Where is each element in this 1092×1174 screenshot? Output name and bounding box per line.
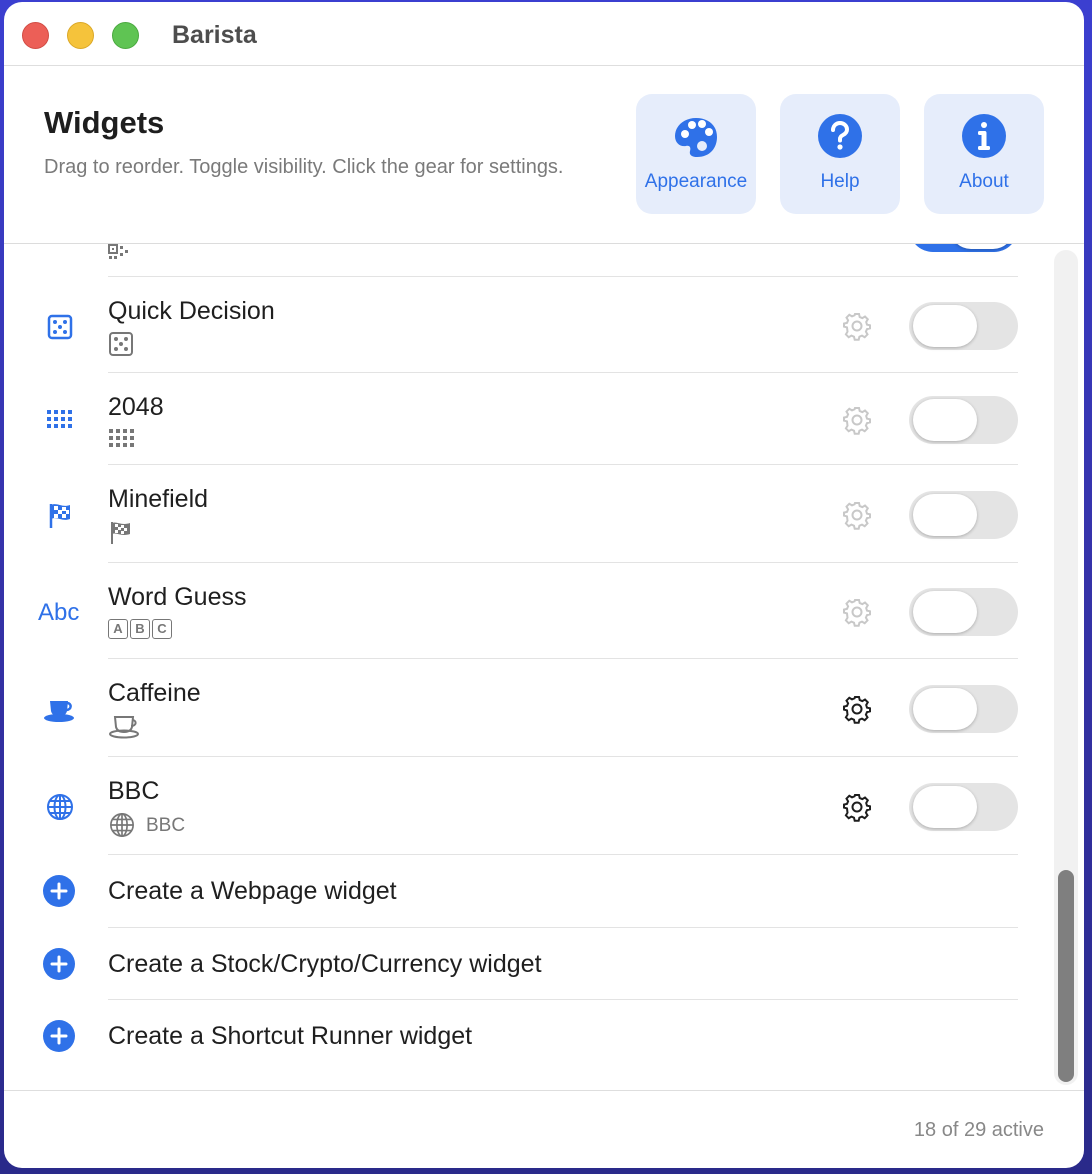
widget-row-caffeine[interactable]: Caffeine — [4, 659, 1084, 756]
create-webpage-widget-button[interactable]: Create a Webpage widget — [4, 855, 1084, 927]
footer: 18 of 29 active — [4, 1090, 1084, 1168]
close-window-button[interactable] — [22, 22, 49, 49]
settings-gear-icon[interactable] — [842, 405, 872, 435]
active-count: 18 of 29 active — [913, 1119, 1044, 1141]
widget-list[interactable]: Quick Decision 2048 Minefield Abc Word G… — [4, 244, 1084, 1089]
toggle-knob — [913, 688, 977, 730]
about-button-label: About — [959, 171, 1009, 192]
about-button[interactable]: About — [924, 94, 1044, 214]
widget-source-label: BBC — [146, 815, 186, 836]
settings-gear-icon[interactable] — [842, 694, 872, 724]
widget-visibility-toggle[interactable] — [909, 244, 1018, 252]
checkered-flag-small-icon — [111, 522, 130, 544]
toggle-knob — [913, 305, 977, 347]
widget-name: Word Guess — [108, 583, 247, 611]
widget-name: Caffeine — [108, 679, 201, 707]
letter-tile: C — [152, 619, 172, 639]
widget-visibility-toggle[interactable] — [909, 685, 1018, 733]
widgets-header: Widgets Drag to reorder. Toggle visibili… — [4, 66, 1084, 244]
create-action-label: Create a Shortcut Runner widget — [108, 1022, 473, 1050]
zoom-window-button[interactable] — [112, 22, 139, 49]
widget-row-quick-decision[interactable]: Quick Decision — [4, 277, 1084, 372]
widget-row-bbc[interactable]: BBC BBC — [4, 757, 1084, 854]
toggle-knob — [913, 399, 977, 441]
widget-visibility-toggle[interactable] — [909, 783, 1018, 831]
create-shortcut-widget-button[interactable]: Create a Shortcut Runner widget — [4, 1000, 1084, 1072]
appearance-button[interactable]: Appearance — [636, 94, 756, 214]
widget-row-2048[interactable]: 2048 — [4, 373, 1084, 465]
letter-tile: A — [108, 619, 128, 639]
widget-name: 2048 — [108, 393, 164, 421]
widget-row-word-guess[interactable]: Abc Word Guess A B C — [4, 563, 1084, 659]
help-button-label: Help — [820, 171, 860, 192]
letter-tiles-icon: A B C — [108, 619, 172, 641]
palette-icon — [675, 118, 717, 157]
widget-visibility-toggle[interactable] — [909, 396, 1018, 444]
widget-visibility-toggle[interactable] — [909, 302, 1018, 350]
abc-icon: Abc — [38, 599, 80, 626]
grid-small-icon — [109, 429, 134, 447]
settings-gear-icon[interactable] — [842, 792, 872, 822]
plus-circle-icon — [43, 875, 75, 907]
create-stock-widget-button[interactable]: Create a Stock/Crypto/Currency widget — [4, 928, 1084, 1000]
coffee-cup-small-icon — [109, 716, 139, 739]
create-action-label: Create a Stock/Crypto/Currency widget — [108, 950, 542, 978]
help-button[interactable]: Help — [780, 94, 900, 214]
app-window: Barista Widgets Drag to reorder. Toggle … — [4, 2, 1084, 1168]
plus-circle-icon — [43, 948, 75, 980]
minimize-window-button[interactable] — [67, 22, 94, 49]
widget-name: Minefield — [108, 485, 209, 513]
settings-gear-icon[interactable] — [842, 311, 872, 341]
widget-visibility-toggle[interactable] — [909, 491, 1018, 539]
toggle-knob — [913, 591, 977, 633]
toggle-knob — [913, 786, 977, 828]
question-circle-icon — [818, 114, 862, 158]
widget-visibility-toggle[interactable] — [909, 588, 1018, 636]
die-small-icon — [109, 332, 133, 356]
toggle-knob — [913, 494, 977, 536]
page-subtitle: Drag to reorder. Toggle visibility. Clic… — [44, 156, 564, 178]
widget-row[interactable] — [4, 244, 1084, 276]
scrollbar-thumb[interactable] — [1058, 870, 1074, 1082]
create-action-label: Create a Webpage widget — [108, 877, 397, 905]
widget-row-minefield[interactable]: Minefield — [4, 465, 1084, 562]
window-title: Barista — [172, 21, 257, 49]
settings-gear-icon[interactable] — [842, 597, 872, 627]
checkered-flag-icon — [49, 504, 70, 528]
die-icon — [47, 314, 73, 340]
vertical-scrollbar[interactable] — [1054, 250, 1078, 1085]
coffee-cup-icon — [44, 701, 74, 722]
info-circle-icon — [962, 114, 1006, 158]
appearance-button-label: Appearance — [644, 171, 748, 192]
qrcode-icon — [108, 244, 128, 259]
widget-name: BBC — [108, 777, 160, 805]
page-title: Widgets — [44, 105, 165, 140]
toggle-knob — [950, 244, 1014, 249]
letter-tile: B — [130, 619, 150, 639]
settings-gear-icon[interactable] — [842, 500, 872, 530]
globe-icon — [47, 794, 73, 820]
plus-circle-icon — [43, 1020, 75, 1052]
globe-small-icon — [110, 813, 134, 837]
title-bar: Barista — [4, 2, 1084, 66]
grid-icon — [47, 410, 72, 428]
widget-name: Quick Decision — [108, 297, 275, 325]
